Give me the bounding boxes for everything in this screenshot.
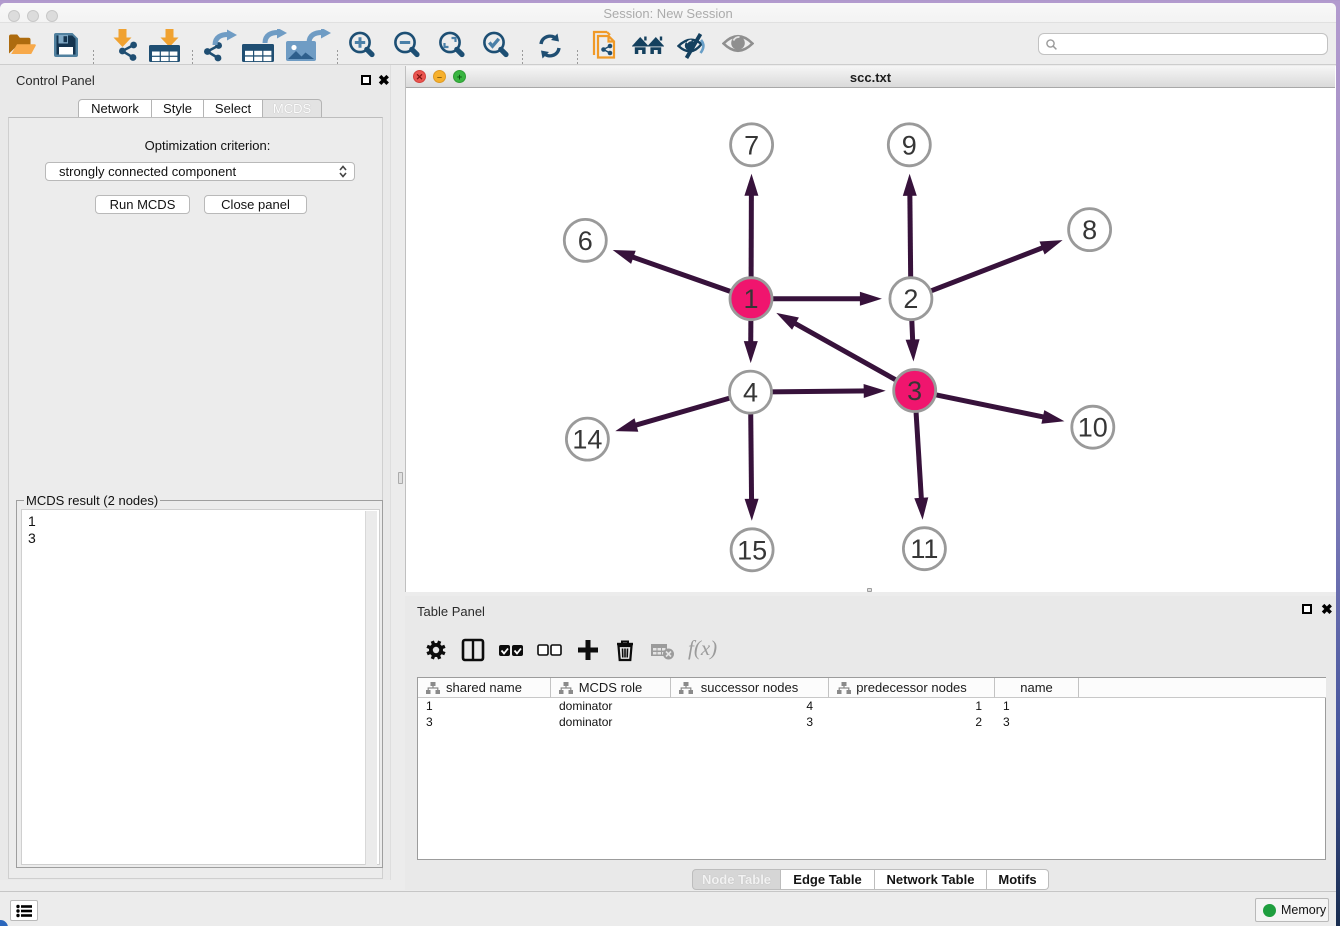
svg-text:14: 14 (572, 425, 602, 455)
svg-text:1: 1 (743, 284, 758, 314)
svg-text:11: 11 (910, 534, 938, 564)
svg-text:2: 2 (903, 284, 918, 314)
svg-text:9: 9 (902, 130, 917, 160)
svg-text:15: 15 (737, 535, 767, 565)
svg-text:4: 4 (743, 378, 758, 408)
svg-text:8: 8 (1082, 215, 1097, 245)
svg-text:6: 6 (578, 226, 593, 256)
svg-text:7: 7 (744, 130, 759, 160)
svg-text:3: 3 (907, 376, 922, 406)
svg-text:10: 10 (1078, 413, 1108, 443)
